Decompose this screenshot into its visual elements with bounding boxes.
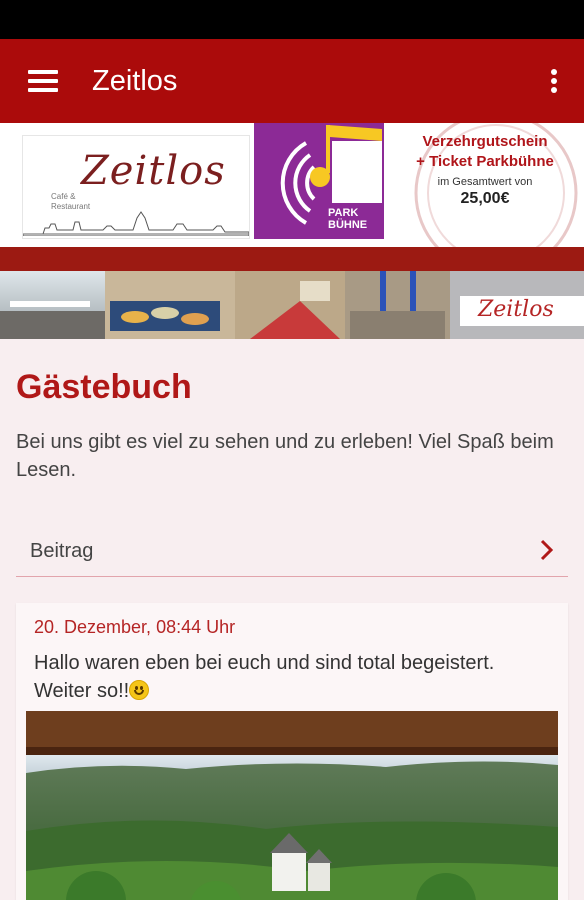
voucher-line-1: Verzehrgutschein [422, 133, 548, 150]
entry-date: 20. Dezember, 08:44 Uhr [34, 617, 236, 637]
chevron-right-icon [540, 539, 554, 561]
restaurant-photo-strip: Zeitlos [0, 271, 584, 339]
banner-divider [0, 247, 584, 271]
voucher-panel: Verzehrgutschein + Ticket Parkbühne im G… [386, 123, 584, 247]
logo-subtitle: Café & Restaurant [51, 192, 91, 211]
smiley-icon [129, 680, 150, 700]
more-vertical-icon[interactable] [542, 63, 566, 99]
status-bar [0, 0, 584, 39]
skyline-illustration [23, 211, 249, 236]
entry-message: Hallo waren eben bei euch und sind total… [34, 652, 495, 702]
voucher-price: 25,00€ [460, 190, 510, 207]
zeitlos-logo: Zeitlos Café & Restaurant [22, 135, 250, 239]
entry-photo[interactable] [26, 711, 558, 900]
guestbook-content: Gästebuch Bei uns gibt es viel zu sehen … [0, 339, 584, 900]
intro-text: Bei uns gibt es viel zu sehen und zu erl… [16, 431, 554, 481]
park-label: PARK BÜHNE [328, 207, 368, 231]
guestbook-entry[interactable]: 20. Dezember, 08:44 Uhr Hallo waren eben… [16, 603, 568, 900]
page-title: Gästebuch [16, 368, 192, 406]
beitrag-label: Beitrag [30, 540, 94, 562]
app-title: Zeitlos [92, 65, 178, 97]
app-bar: Zeitlos [0, 39, 584, 123]
entry-text: Hallo waren eben bei euch und sind total… [34, 649, 554, 705]
beitrag-button[interactable]: Beitrag [16, 534, 568, 577]
voucher-line-3: im Gesamtwert von [437, 176, 533, 188]
svg-text:Zeitlos: Zeitlos [477, 297, 554, 322]
voucher-line-2: + Ticket Parkbühne [416, 153, 554, 170]
logo-script-text: Zeitlos [81, 148, 226, 194]
promo-banner[interactable]: Zeitlos Café & Restaurant PARK BÜHNE Ver… [0, 123, 584, 271]
hamburger-menu-icon[interactable] [22, 66, 64, 96]
parkbuehne-logo: PARK BÜHNE [254, 123, 384, 239]
